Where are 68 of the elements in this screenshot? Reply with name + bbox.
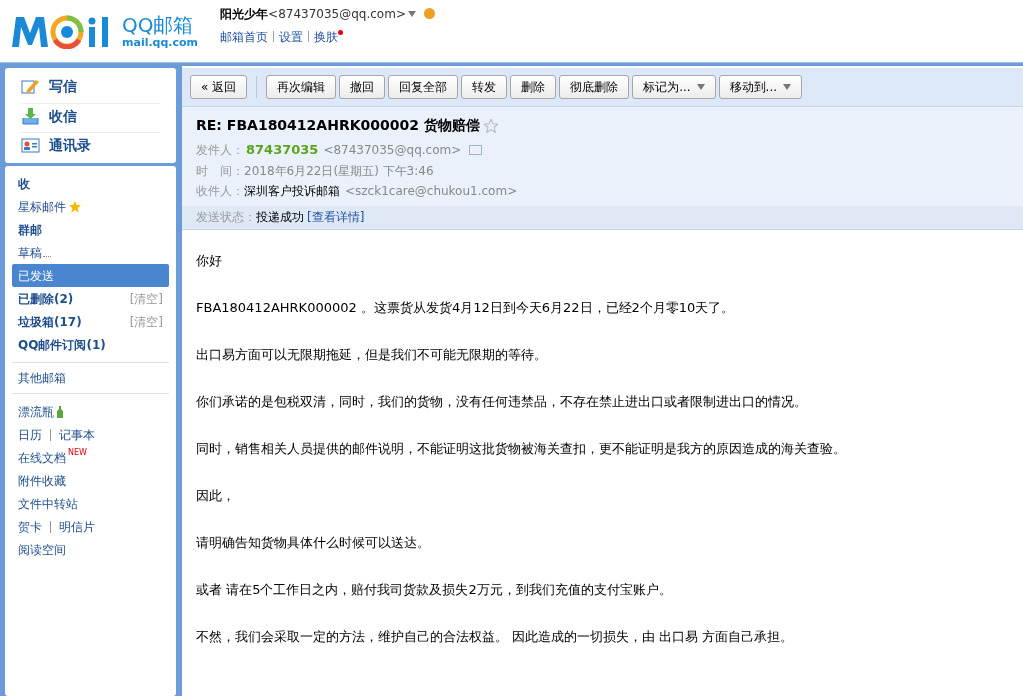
delivery-status: 投递成功 <box>256 209 304 226</box>
field-label: 收件人： <box>196 182 244 200</box>
field-label: 发件人： <box>196 141 244 159</box>
bottle-icon <box>57 405 63 418</box>
header-link[interactable]: 设置 <box>279 27 304 46</box>
details-link[interactable]: [查看详情] <box>307 208 365 226</box>
body-paragraph: 请明确告知货物具体什么时候可以送达。 <box>196 533 431 552</box>
caret-icon <box>696 84 705 90</box>
body-paragraph: 你好 <box>196 251 223 270</box>
mail-subject: RE: FBA180412AHRK000002 货物赔偿 <box>196 116 480 135</box>
folder-item[interactable]: 已发送 <box>12 264 169 287</box>
folder-item[interactable]: 已删除(2) [清空] <box>12 287 169 310</box>
sidebar-action[interactable]: 收信 <box>49 105 77 127</box>
caret-icon[interactable] <box>407 10 416 17</box>
body-paragraph: 或者 请在5个工作日之内，赔付我司货款及损失2万元，到我们充值的支付宝账户。 <box>196 580 673 599</box>
body-paragraph: 出口易方面可以无限期拖延，但是我们不可能无限期的等待。 <box>196 345 548 364</box>
star-icon[interactable] <box>483 118 498 133</box>
body-paragraph: 你们承诺的是包税双清，同时，我们的货物，没有任何违禁品，不存在禁止进出口或者限制进出口的情况。 <box>196 392 808 411</box>
pencil-icon[interactable] <box>21 77 40 96</box>
tool-link[interactable]: 明信片 <box>59 517 95 536</box>
toolbar-button[interactable]: 再次编辑 <box>266 75 337 99</box>
sender-email: <87437035@qq.com> <box>323 141 462 159</box>
sidebar-action[interactable]: 通讯录 <box>49 134 91 156</box>
toolbar-button[interactable]: 彻底删除 <box>559 75 630 99</box>
download-tray-icon[interactable] <box>21 107 40 125</box>
toolbar-button[interactable]: 回复全部 <box>388 75 459 99</box>
folder-item[interactable]: QQ邮件订阅(1) <box>12 333 169 356</box>
header-link[interactable]: 换肤 <box>314 27 339 46</box>
body-paragraph: 不然，我们会采取一定的方法，维护自己的合法权益。 因此造成的一切损失，由 出口易 方面自己承担。 <box>196 627 795 646</box>
tool-link[interactable]: 文件中转站 <box>18 494 78 513</box>
folder-item[interactable]: 群邮 <box>12 218 169 241</box>
tool-link[interactable]: 在线文档 <box>18 448 66 467</box>
folder-item[interactable]: 垃圾箱(17) [清空] <box>12 310 169 333</box>
body-paragraph: 同时，销售相关人员提供的邮件说明，不能证明这批货物被海关查扣，更不能证明是我方的原因造成的海关查验。 <box>196 439 847 458</box>
toolbar-button[interactable]: 删除 <box>510 75 557 99</box>
caret-icon <box>783 84 792 90</box>
contact-card-icon[interactable] <box>21 136 40 154</box>
folder-item[interactable]: 草稿 <box>12 241 169 264</box>
toolbar-button[interactable]: 标记为... <box>632 75 716 99</box>
body-paragraph: FBA180412AHRK000002 。这票货从发货4月12日到今天6月22日，已经2个月零10天了。 <box>196 298 736 317</box>
tool-link[interactable]: 记事本 <box>59 425 95 444</box>
folder-item[interactable]: 其他邮箱 <box>18 369 66 387</box>
field-label: 发送状态： <box>196 209 256 226</box>
recipient-email: <szck1care@chukou1.com> <box>345 182 518 200</box>
field-label: 时 间： <box>196 162 244 180</box>
toolbar-button[interactable]: 移动到... <box>718 75 803 99</box>
header-link[interactable]: 邮箱首页 <box>220 27 269 46</box>
toolbar-button[interactable]: 转发 <box>461 75 508 99</box>
logo-title: QQ邮箱 <box>122 14 195 35</box>
tool-link[interactable]: 漂流瓶 <box>18 402 54 421</box>
tool-link[interactable]: 附件收藏 <box>18 471 66 490</box>
tool-link[interactable]: 日历 <box>18 425 42 444</box>
body-paragraph: 因此， <box>196 486 236 505</box>
folder-item[interactable]: 星标邮件 <box>12 195 169 218</box>
logo-subtitle: mail.qq.com <box>122 36 199 48</box>
tool-link[interactable]: 阅读空间 <box>18 540 66 559</box>
recipient-name[interactable]: 深圳客户投诉邮箱 <box>244 181 340 200</box>
star-icon <box>69 200 81 213</box>
toolbar-button[interactable]: 撤回 <box>339 75 386 99</box>
user-name: 阳光少年 <box>220 5 269 23</box>
new-label: NEW <box>68 447 87 459</box>
user-email: <87437035@qq.com> <box>268 5 406 23</box>
contact-card-icon[interactable] <box>469 144 483 155</box>
sidebar-action[interactable]: 写信 <box>49 76 77 97</box>
tool-link[interactable]: 贺卡 <box>18 517 42 536</box>
folder-item[interactable]: 收 <box>12 172 169 195</box>
mail-time: 2018年6月22日(星期五) 下午3:46 <box>244 162 434 180</box>
toolbar-button[interactable]: « 返回 <box>190 75 248 99</box>
